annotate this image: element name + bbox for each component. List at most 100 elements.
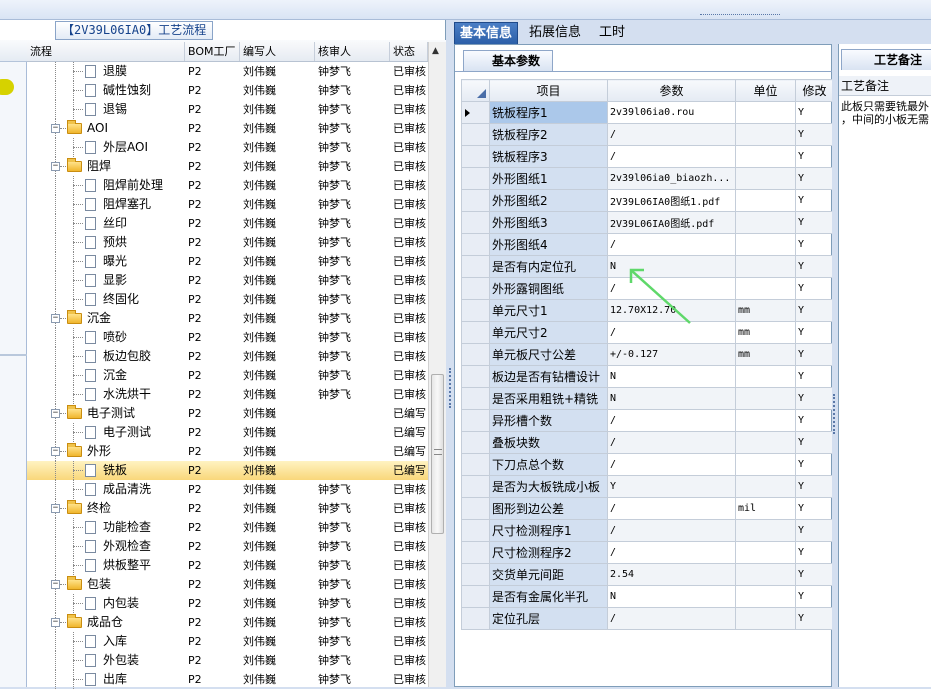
tree-cell[interactable]: 曝光 <box>27 252 185 271</box>
param-value-cell[interactable]: / <box>607 431 736 454</box>
param-value-cell[interactable]: Y <box>607 475 736 498</box>
param-modify-cell[interactable]: Y <box>795 431 834 454</box>
param-unit-cell[interactable]: mil <box>735 497 796 520</box>
param-row[interactable]: 外形图纸2 2V39L06IA0图纸1.pdf Y <box>461 189 834 212</box>
param-row[interactable]: 叠板块数 / Y <box>461 431 834 454</box>
param-row[interactable]: 定位孔层 / Y <box>461 607 834 630</box>
param-row[interactable]: 板边是否有钻槽设计 N Y <box>461 365 834 388</box>
row-indicator[interactable] <box>461 123 490 146</box>
param-value-cell[interactable]: / <box>607 409 736 432</box>
param-modify-cell[interactable]: Y <box>795 409 834 432</box>
table-row[interactable]: 终固化 P2 刘伟巍 钟梦飞 已审核 <box>27 290 428 309</box>
tree-cell[interactable]: − 终检 <box>27 499 185 518</box>
param-unit-cell[interactable] <box>735 211 796 234</box>
tree-cell[interactable]: 内包装 <box>27 594 185 613</box>
row-indicator[interactable] <box>461 167 490 190</box>
table-row[interactable]: 外层AOI P2 刘伟巍 钟梦飞 已审核 <box>27 138 428 157</box>
param-unit-cell[interactable] <box>735 123 796 146</box>
param-unit-cell[interactable]: mm <box>735 321 796 344</box>
param-unit-cell[interactable] <box>735 409 796 432</box>
param-value-cell[interactable]: / <box>607 453 736 476</box>
table-row[interactable]: 喷砂 P2 刘伟巍 钟梦飞 已审核 <box>27 328 428 347</box>
tree-cell[interactable]: 预烘 <box>27 233 185 252</box>
tree-cell[interactable]: 外观检查 <box>27 537 185 556</box>
table-row[interactable]: 退膜 P2 刘伟巍 钟梦飞 已审核 <box>27 62 428 81</box>
param-modify-cell[interactable]: Y <box>795 563 834 586</box>
param-modify-cell[interactable]: Y <box>795 541 834 564</box>
tree-cell[interactable]: 退膜 <box>27 62 185 81</box>
row-indicator[interactable] <box>461 255 490 278</box>
param-value-cell[interactable]: / <box>607 541 736 564</box>
tree-cell[interactable]: 水洗烘干 <box>27 385 185 404</box>
param-value-cell[interactable]: 2.54 <box>607 563 736 586</box>
param-unit-cell[interactable] <box>735 167 796 190</box>
tree-cell[interactable]: − 电子测试 <box>27 404 185 423</box>
param-unit-cell[interactable] <box>735 189 796 212</box>
tree-cell[interactable]: 烘板整平 <box>27 556 185 575</box>
row-indicator[interactable] <box>461 563 490 586</box>
row-indicator[interactable] <box>461 189 490 212</box>
param-modify-cell[interactable]: Y <box>795 123 834 146</box>
param-unit-cell[interactable] <box>735 541 796 564</box>
param-value-cell[interactable]: +/-0.127 <box>607 343 736 366</box>
param-modify-cell[interactable]: Y <box>795 189 834 212</box>
splitter-grip[interactable] <box>700 14 780 18</box>
tab-work-hours[interactable]: 工时 <box>594 22 630 44</box>
process-notes-text[interactable]: 此板只需要铣最外 ，中间的小板无需 <box>841 100 929 126</box>
row-indicator[interactable] <box>461 519 490 542</box>
grid-scrollbar[interactable]: ▲ <box>428 42 446 687</box>
column-header-flow[interactable]: 流程 <box>27 42 185 61</box>
table-row[interactable]: 外包装 P2 刘伟巍 钟梦飞 已审核 <box>27 651 428 670</box>
param-unit-cell[interactable] <box>735 101 796 124</box>
row-indicator[interactable] <box>461 321 490 344</box>
param-value-cell[interactable]: 2V39L06IA0图纸1.pdf <box>607 189 736 212</box>
tree-cell[interactable]: − 包装 <box>27 575 185 594</box>
param-row[interactable]: 铣板程序2/ Y <box>461 123 834 146</box>
param-row[interactable]: 是否采用粗铣+精铣 N Y <box>461 387 834 410</box>
param-modify-cell[interactable]: Y <box>795 167 834 190</box>
collapse-icon[interactable]: − <box>51 162 60 171</box>
table-row[interactable]: − 成品仓 P2 刘伟巍 钟梦飞 已审核 <box>27 613 428 632</box>
row-indicator[interactable] <box>461 365 490 388</box>
collapse-icon[interactable]: − <box>51 580 60 589</box>
param-row[interactable]: 铣板程序3/ Y <box>461 145 834 168</box>
param-unit-cell[interactable] <box>735 453 796 476</box>
param-value-cell[interactable]: 2v39l06ia0_biaozh... <box>607 167 736 190</box>
tree-cell[interactable]: 阻焊塞孔 <box>27 195 185 214</box>
row-indicator[interactable] <box>461 145 490 168</box>
param-row[interactable]: 外形露铜图纸 / Y <box>461 277 834 300</box>
column-header-item[interactable]: 项目 <box>489 79 608 102</box>
collapse-icon[interactable]: − <box>51 314 60 323</box>
param-unit-cell[interactable] <box>735 607 796 630</box>
column-header-writer[interactable]: 编写人 <box>240 42 315 61</box>
param-row[interactable]: 外形图纸4/ Y <box>461 233 834 256</box>
table-row[interactable]: 阻焊塞孔 P2 刘伟巍 钟梦飞 已审核 <box>27 195 428 214</box>
row-indicator[interactable] <box>461 607 490 630</box>
param-unit-cell[interactable] <box>735 387 796 410</box>
tree-cell[interactable]: 丝印 <box>27 214 185 233</box>
tree-cell[interactable]: − 外形 <box>27 442 185 461</box>
table-row[interactable]: 内包装 P2 刘伟巍 钟梦飞 已审核 <box>27 594 428 613</box>
tree-cell[interactable]: 成品清洗 <box>27 480 185 499</box>
table-row[interactable]: − AOI P2 刘伟巍 钟梦飞 已审核 <box>27 119 428 138</box>
row-indicator[interactable] <box>461 343 490 366</box>
column-header-bom[interactable]: BOM工厂 <box>185 42 240 61</box>
param-unit-cell[interactable] <box>735 585 796 608</box>
param-row[interactable]: 铣板程序1 2v39l06ia0.rou Y <box>461 101 834 124</box>
tree-cell[interactable]: 功能检查 <box>27 518 185 537</box>
table-row[interactable]: 阻焊前处理 P2 刘伟巍 钟梦飞 已审核 <box>27 176 428 195</box>
row-indicator[interactable] <box>461 453 490 476</box>
table-row[interactable]: 预烘 P2 刘伟巍 钟梦飞 已审核 <box>27 233 428 252</box>
param-row[interactable]: 外形图纸1 2v39l06ia0_biaozh... Y <box>461 167 834 190</box>
pane-splitter[interactable] <box>446 20 454 687</box>
table-row[interactable]: 铣板 P2 刘伟巍 已编写 <box>27 461 428 480</box>
tab-process-notes[interactable]: 工艺备注 <box>841 49 931 70</box>
table-row[interactable]: 出库 P2 刘伟巍 钟梦飞 已审核 <box>27 670 428 689</box>
param-value-cell[interactable]: N <box>607 387 736 410</box>
param-modify-cell[interactable]: Y <box>795 101 834 124</box>
param-row[interactable]: 外形图纸3 2V39L06IA0图纸.pdf Y <box>461 211 834 234</box>
param-unit-cell[interactable] <box>735 277 796 300</box>
param-modify-cell[interactable]: Y <box>795 365 834 388</box>
tree-cell[interactable]: 外包装 <box>27 651 185 670</box>
table-row[interactable]: − 终检 P2 刘伟巍 钟梦飞 已审核 <box>27 499 428 518</box>
